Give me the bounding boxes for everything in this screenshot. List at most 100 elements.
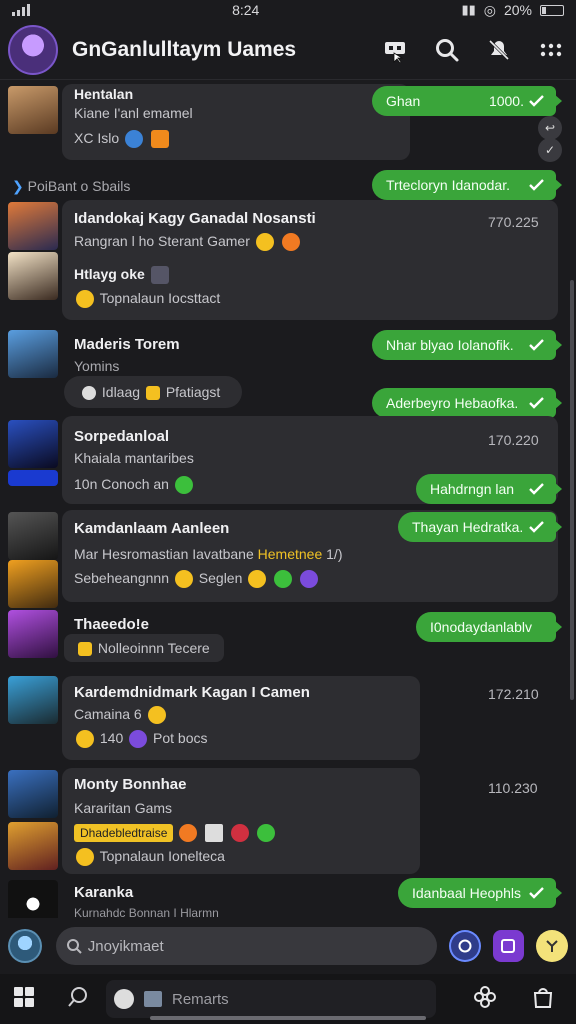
profile-avatar[interactable] [8, 24, 58, 75]
avatar[interactable] [8, 512, 58, 560]
chat-preview-2: Dhadebledtraise [74, 824, 277, 843]
chat-preview-3: Topnalaun Iocsttact [74, 290, 221, 309]
search-input[interactable]: Jnoyikmaet [55, 927, 437, 965]
flower-icon[interactable] [472, 984, 498, 1015]
smile-emoji-icon [174, 570, 193, 589]
avatar[interactable] [8, 610, 58, 658]
chat-preview-text: Topnalaun Iocsttact [99, 290, 221, 306]
reply-icon[interactable]: ↩ [538, 116, 562, 140]
read-check-icon [529, 483, 544, 495]
chat-preview-text: 140 [99, 730, 124, 746]
message-bubble[interactable]: Nhar blyao Iolanofik. [372, 330, 562, 360]
chat-preview-2: 140 Pot bocs [74, 730, 208, 749]
chat-preview-text-2: Seglen [198, 570, 243, 586]
flag-emoji-icon [205, 824, 224, 843]
chat-preview: Nolleoinnn Tecere [76, 640, 210, 657]
bubble-text: Idanbaal Heophls [412, 885, 521, 901]
voice-button[interactable] [536, 930, 568, 962]
chat-preview: Kurnahdc Bonnan I Hlarmn [74, 906, 219, 918]
message-bubble[interactable]: Hahdrngn lan [416, 474, 562, 504]
smile-emoji-icon [76, 290, 94, 309]
user-avatar[interactable] [8, 929, 42, 963]
chat-preview: Kiane I'anl emamel [74, 105, 193, 121]
chat-preview-text: Sebeheangnnn [74, 570, 169, 586]
mute-icon[interactable] [486, 37, 512, 63]
grid-icon[interactable] [12, 985, 36, 1014]
signal-bars-icon: ▮▮ [461, 2, 476, 17]
avatar[interactable] [8, 770, 58, 818]
chat-name: Kardemdnidmark Kagan I Camen [74, 684, 310, 701]
chat-name: Sorpedanloal [74, 428, 170, 445]
shoe-emoji-icon [125, 130, 144, 149]
chat-preview-2: Sebeheangnnn Seglen [74, 570, 320, 589]
pin-icon [78, 642, 92, 657]
image-emoji-icon [150, 266, 169, 285]
wifi-icon: ◎ [483, 1, 496, 18]
card-icon [144, 991, 162, 1007]
emoji-icon [129, 730, 148, 749]
more-options-icon[interactable] [538, 37, 564, 63]
chat-preview-text: Htlayg oke [74, 266, 145, 282]
green-emoji-icon [174, 476, 193, 495]
sticker-button[interactable] [448, 930, 481, 962]
message-bubble[interactable]: Aderbeyro Hebaofka. [372, 388, 562, 418]
smile-emoji-icon [76, 730, 94, 749]
double-check-icon[interactable]: ✓ [538, 138, 562, 162]
laugh-emoji-icon [248, 570, 267, 589]
chat-preview: Mar Hesromastian Iavatbane Hemetnee 1/) [74, 546, 342, 562]
avatar[interactable] [8, 202, 58, 250]
status-time: 8:24 [232, 2, 260, 18]
bag-icon[interactable] [530, 984, 556, 1015]
chip-label: Idlaag [101, 384, 141, 400]
search-icon[interactable] [434, 37, 460, 63]
avatar[interactable] [8, 330, 58, 378]
signal-icon [12, 4, 30, 16]
emoji-icon [231, 824, 250, 843]
page-title: GnGanlulltaym Uames [72, 37, 297, 61]
bubble-text: Nhar blyao Iolanofik. [386, 337, 514, 353]
avatar[interactable] [8, 560, 58, 608]
chat-preview-text: 10n Conoch an [74, 476, 169, 492]
avatar[interactable] [8, 420, 58, 468]
search-icon [66, 939, 82, 954]
gallery-button[interactable] [492, 930, 525, 962]
avatar[interactable] [8, 252, 58, 300]
read-check-icon [529, 179, 544, 191]
bubble-text: Aderbeyro Hebaofka. [386, 395, 519, 411]
message-bubble[interactable]: Ghan 1000. [372, 86, 562, 116]
chat-time: 770.225 [488, 214, 539, 230]
bubble-text: Hahdrngn lan [430, 481, 515, 497]
read-check-icon [529, 95, 544, 107]
image-icon [501, 939, 516, 953]
avatar[interactable] [8, 676, 58, 724]
bottom-nav: Remarts [0, 974, 576, 1024]
message-bubble[interactable]: Idanbaal Heophls [398, 878, 562, 908]
chat-preview-text: Camaina [74, 706, 131, 722]
avatar[interactable] [8, 86, 58, 134]
message-bubble[interactable]: Thayan Hedratka. [398, 512, 562, 542]
chat-time: 110.230 [488, 780, 538, 796]
smile-emoji-icon [76, 848, 94, 867]
chat-preview: Yomins [74, 358, 120, 374]
heart-emoji-icon [150, 130, 169, 149]
tab-label: Remarts [172, 990, 229, 1008]
avatar[interactable] [8, 880, 58, 918]
read-check-icon [529, 521, 544, 533]
inline-tag: Hemetnee [257, 546, 323, 562]
avatar[interactable] [8, 822, 58, 870]
battery-icon [540, 4, 564, 16]
message-bubble[interactable]: I0nodaydanlablv [416, 612, 562, 642]
mic-icon [546, 940, 558, 952]
chat-name: Monty Bonnhae [74, 776, 187, 793]
chat-preview-text: Topnalaun Ionelteca [99, 848, 225, 864]
message-bubble[interactable]: Trtecloryn Idanodar. [372, 170, 562, 200]
search-nav-icon[interactable] [66, 985, 90, 1014]
chat-preview-text: Mar Hesromastian Iavatbane [74, 546, 254, 562]
chat-preview-2: XC Islo [74, 130, 171, 149]
chat-preview-text: XC Islo [74, 130, 120, 146]
scrollbar[interactable] [570, 280, 574, 700]
chat-name: Maderis Torem [74, 336, 180, 353]
tab-remarks[interactable]: Remarts [106, 980, 436, 1018]
chat-preview: Camaina 6 [74, 706, 168, 725]
video-call-icon[interactable] [382, 37, 408, 63]
